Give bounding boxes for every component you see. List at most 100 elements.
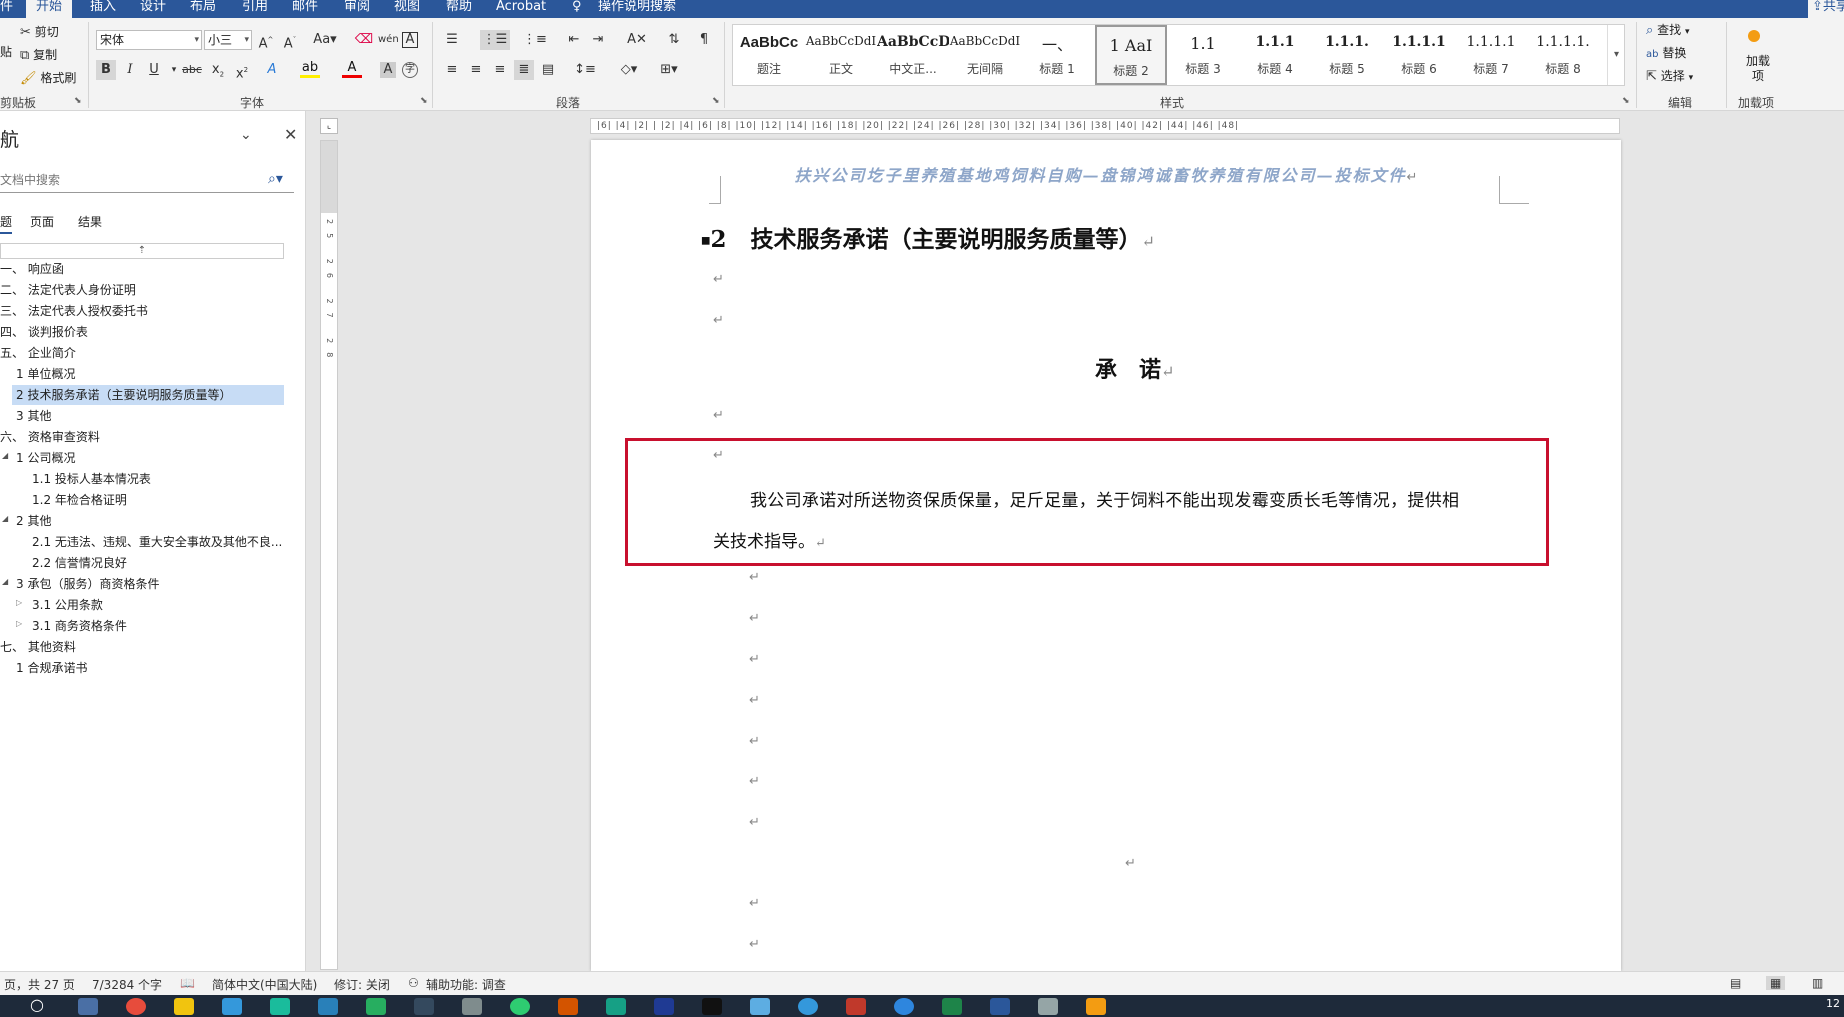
word-icon[interactable] [990,998,1010,1015]
tab-references[interactable]: 引用 [242,0,268,18]
nav-item[interactable]: 3.1 商务资格条件 [32,616,127,636]
font-color-icon[interactable]: A [342,60,362,78]
folder-icon[interactable] [174,998,194,1015]
proofing-icon[interactable]: 📖 [180,976,195,990]
nav-item[interactable]: 3 承包（服务）商资格条件 [16,574,159,594]
nav-collapse-up-icon[interactable]: ⇡ [0,243,284,259]
expanded-triangle-icon[interactable]: ◢ [2,577,8,586]
nav-item[interactable]: 1 合规承诺书 [16,658,87,678]
style-heading-4[interactable]: 1.1.1 标题 4 [1239,25,1311,85]
numbering-icon[interactable]: ⋮☰ [480,30,510,50]
style-caption[interactable]: AaBbCc 题注 [733,25,805,85]
cut-button[interactable]: ✂ 剪切 [20,24,59,41]
style-heading-7[interactable]: 1.1.1.1 标题 7 [1455,25,1527,85]
acrobat-icon[interactable] [846,998,866,1015]
paragraph-launcher-icon[interactable]: ⬊ [712,96,720,106]
nav-options-chevron-icon[interactable]: ⌄ [240,127,252,143]
search-icon[interactable]: ○ [30,995,44,1014]
style-heading-8[interactable]: 1.1.1.1. 标题 8 [1527,25,1599,85]
tab-file[interactable]: 件 [0,0,13,18]
find-button[interactable]: ⌕ 查找 ▾ [1646,22,1689,40]
tab-help[interactable]: 帮助 [446,0,472,18]
document-page[interactable]: 扶兴公司圪子里养殖基地鸡饲料自购—盘锦鸿诚畜牧养殖有限公司—投标文件↵ ■2 技… [591,140,1621,971]
nav-item[interactable]: 1.1 投标人基本情况表 [32,469,151,489]
italic-button[interactable]: I [120,60,140,80]
track-changes-status[interactable]: 修订: 关闭 [334,976,390,993]
highlighter-icon[interactable]: ab [300,60,320,78]
style-normal[interactable]: AaBbCcDdI 正文 [805,25,877,85]
format-painter-button[interactable]: 🖌 格式刷 [20,70,76,87]
collapsed-triangle-icon[interactable]: ▷ [16,598,22,607]
style-heading-5[interactable]: 1.1.1. 标题 5 [1311,25,1383,85]
style-no-spacing[interactable]: AaBbCcDdI 无间隔 [949,25,1021,85]
grow-font-icon[interactable]: A^ [256,30,276,51]
nav-item[interactable]: 四、 谈判报价表 [0,322,88,342]
addins-icon[interactable] [1748,30,1760,42]
nav-item[interactable]: 2.1 无违法、违规、重大安全事故及其他不良... [32,532,282,552]
photoshop-icon[interactable] [654,998,674,1015]
share-button[interactable]: ⇪共享 [1808,0,1844,18]
tab-acrobat[interactable]: Acrobat [496,0,546,18]
addins-button[interactable]: 加载项 [1746,54,1770,84]
shrink-font-icon[interactable]: Aˇ [280,30,300,51]
nav-item-selected[interactable]: 2 技术服务承诺（主要说明服务质量等） [12,385,284,405]
language-indicator[interactable]: 简体中文(中国大陆) [212,976,317,993]
style-heading-3[interactable]: 1.1 标题 3 [1167,25,1239,85]
word-count[interactable]: 7/3284 个字 [92,976,162,993]
nav-item[interactable]: 1 公司概况 [16,448,75,468]
nav-item[interactable]: 二、 法定代表人身份证明 [0,280,136,300]
calculator-icon[interactable] [78,998,98,1015]
replace-button[interactable]: ab 替换 [1646,45,1686,63]
nav-tab-pages[interactable]: 页面 [30,213,54,230]
shading-icon[interactable]: ◇▾ [614,60,644,80]
nav-search-box[interactable]: ⌕▾ [0,169,294,193]
app-icon[interactable] [462,998,482,1015]
app-icon[interactable] [222,998,242,1015]
nav-item[interactable]: 2.2 信誉情况良好 [32,553,127,573]
search-icon[interactable]: ⌕▾ [268,171,283,187]
nav-tab-headings[interactable]: 题 [0,213,13,234]
print-layout-icon[interactable]: ▦ [1766,976,1786,990]
clipboard-launcher-icon[interactable]: ⬊ [74,96,82,106]
strikethrough-button[interactable]: abc [182,60,202,80]
close-icon[interactable]: ✕ [284,125,297,144]
copy-button[interactable]: ⧉ 复制 [20,47,57,64]
show-marks-icon[interactable]: ¶ [694,30,714,50]
increase-indent-icon[interactable]: ⇥ [588,30,608,50]
style-heading-1[interactable]: 一、 标题 1 [1021,25,1093,85]
sort-icon[interactable]: ⇅ [664,30,684,50]
align-right-icon[interactable]: ≡ [490,60,510,80]
nav-item[interactable]: 一、 响应函 [0,259,64,279]
app-icon[interactable] [894,998,914,1015]
expanded-triangle-icon[interactable]: ◢ [2,451,8,460]
nav-search-input[interactable] [0,169,260,191]
align-center-icon[interactable]: ≡ [466,60,486,80]
borders-icon[interactable]: ⊞▾ [654,60,684,80]
chinese-layout-icon[interactable]: A✕ [622,30,652,50]
horizontal-ruler[interactable]: |6| |4| |2| | |2| |4| |6| |8| |10| |12| … [590,118,1620,134]
nav-item[interactable]: 3.1 公用条款 [32,595,103,615]
collapsed-triangle-icon[interactable]: ▷ [16,619,22,628]
nav-item[interactable]: 3 其他 [16,406,51,426]
nav-item[interactable]: 五、 企业简介 [0,343,76,363]
wechat-icon[interactable] [510,998,530,1015]
nav-item[interactable]: 2 其他 [16,511,51,531]
nav-item[interactable]: 1 单位概况 [16,364,75,384]
font-launcher-icon[interactable]: ⬊ [420,96,428,106]
styles-launcher-icon[interactable]: ⬊ [1622,96,1630,106]
underline-button[interactable]: U [144,60,164,80]
folder-icon[interactable] [1086,998,1106,1015]
vertical-ruler[interactable]: 1 2 3 4 5 6 7 8 9 10 11 12 13 14 15 16 1… [320,140,338,970]
paste-button[interactable]: 贴 [0,44,12,60]
clear-format-icon[interactable]: ⌫ [354,30,374,50]
select-button[interactable]: ⇱ 选择 ▾ [1646,68,1693,86]
tab-design[interactable]: 设计 [140,0,166,18]
app-icon[interactable] [270,998,290,1015]
font-size-select[interactable]: 小三 ▾ [204,30,252,50]
tab-view[interactable]: 视图 [394,0,420,18]
style-heading-2[interactable]: 1 AaI 标题 2 [1095,25,1167,85]
qq-icon[interactable] [702,998,722,1015]
tell-me-search[interactable]: 操作说明搜索 [598,0,676,18]
app-icon[interactable] [798,998,818,1015]
styles-more-icon[interactable]: ▾ [1607,25,1625,85]
